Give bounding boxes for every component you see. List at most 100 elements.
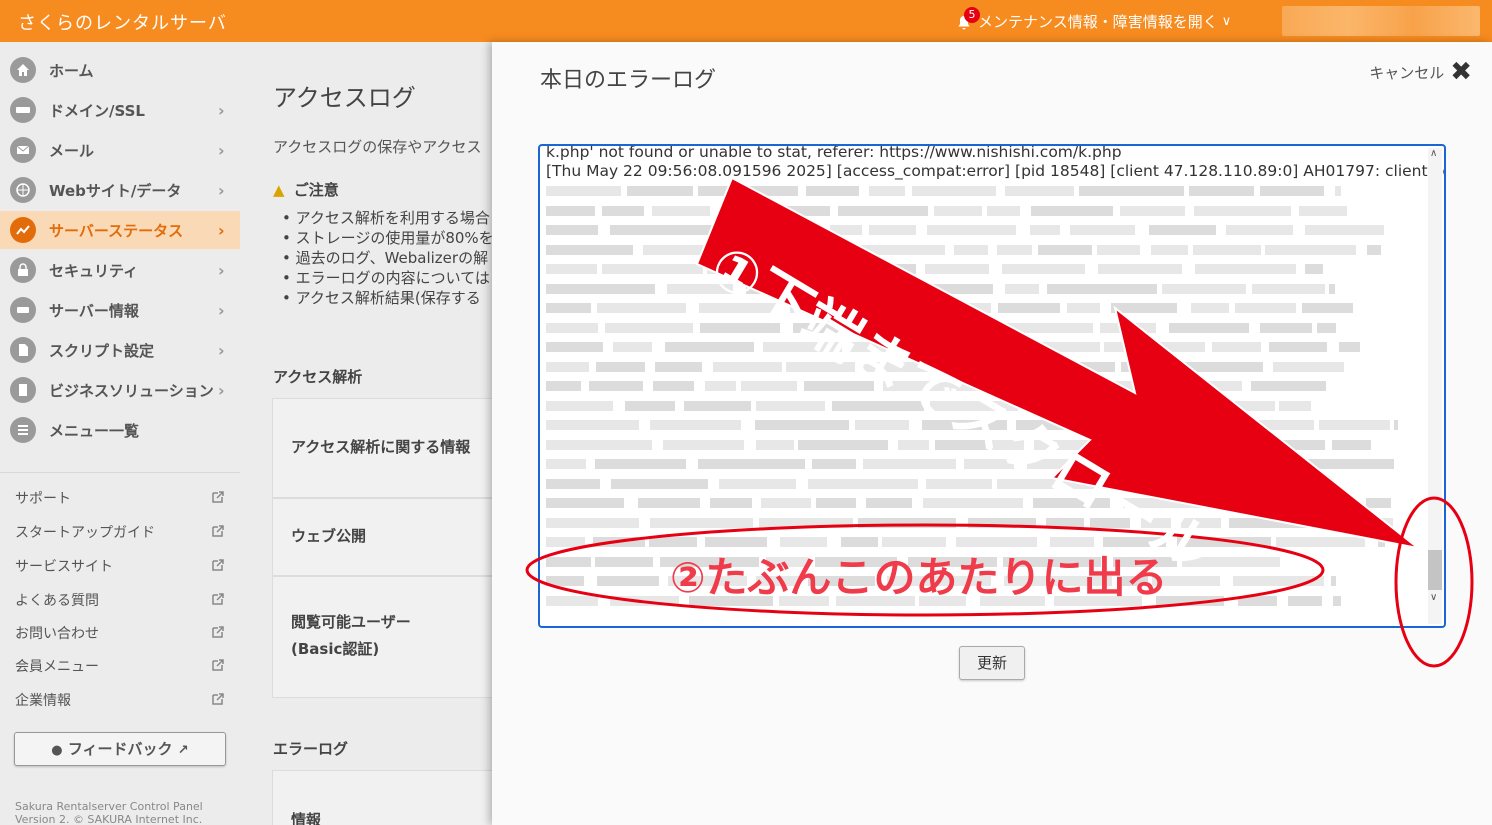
redacted-text [588,381,643,391]
redacted-text [718,478,797,489]
chevron-right-icon: › [218,101,225,120]
main-content: アクセスログ アクセスログの保存やアクセス ▲ ご注意 アクセス解析を利用する場… [240,42,492,825]
link-service-site[interactable]: サービスサイト [15,556,225,576]
sidebar-item-server-status[interactable]: サーバーステータス › [0,211,240,249]
user-account-menu[interactable] [1282,6,1480,36]
redacted-text [546,283,656,294]
sidebar-item-script[interactable]: スクリプト設定 › [0,331,240,369]
external-link-icon [212,659,224,671]
redacted-text [1008,361,1116,372]
redacted-text [1165,361,1264,372]
row-label: (Basic認証) [291,640,380,658]
link-label: 会員メニュー [15,659,99,675]
redacted-text [1331,576,1336,586]
sidebar-item-domain[interactable]: ドメイン/SSL › [0,91,240,129]
redacted-text [811,459,856,469]
cancel-button[interactable]: キャンセル ✖ [1369,57,1472,87]
sidebar-item-label: スクリプト設定 [49,341,155,360]
link-startup-guide[interactable]: スタートアップガイド [15,522,225,542]
sidebar-item-label: サーバー情報 [49,301,139,320]
log-scrollbar[interactable]: ∧ ∨ [1428,148,1442,624]
redacted-text [1276,537,1365,547]
sidebar-item-business[interactable]: ビジネスソリューション › [0,371,240,409]
redacted-text [985,322,1093,333]
redacted-text [1340,517,1394,528]
redacted-text [1324,498,1356,508]
redacted-text [601,205,645,216]
redacted-text [1248,420,1314,430]
business-icon [10,377,36,403]
redacted-text [1301,303,1354,313]
redacted-text [866,498,912,508]
redacted-text [1251,381,1327,391]
warning-icon: ▲ [273,181,285,199]
redacted-text [546,361,589,372]
redacted-text [1029,225,1061,235]
redacted-text [1317,322,1336,333]
redacted-text [1031,205,1113,216]
sidebar-item-label: Webサイト/データ [49,181,182,200]
scroll-thumb[interactable] [1428,550,1442,590]
redacted-text [1125,400,1179,411]
redacted-text [869,225,917,235]
link-member-menu[interactable]: 会員メニュー [15,656,225,676]
server-icon [10,297,36,323]
link-contact[interactable]: お問い合わせ [15,623,225,643]
sidebar-item-label: メール [49,141,95,160]
link-support[interactable]: サポート [15,488,225,508]
refresh-button[interactable]: 更新 [959,646,1025,680]
log-line: k.php' not found or unable to stat, refe… [546,144,1122,161]
redacted-text [1186,400,1275,411]
modal-title: 本日のエラーログ [540,68,717,93]
redacted-text [546,517,639,528]
link-label: お問い合わせ [15,626,99,642]
redacted-text [1146,381,1243,391]
redacted-text [911,186,996,196]
redacted-text [1004,283,1039,294]
link-label: よくある質問 [15,593,99,609]
sidebar-item-mail[interactable]: メール › [0,131,240,169]
chart-icon [10,217,36,243]
redacted-text [1100,322,1156,333]
redacted-text [1333,595,1342,606]
redacted-text [808,478,918,489]
feedback-label: フィードバック [67,740,173,758]
scroll-up-icon[interactable]: ∧ [1430,148,1437,159]
scroll-down-icon[interactable]: ∨ [1430,592,1437,603]
redacted-text [1211,342,1262,352]
notice-label: メンテナンス情報・障害情報を開く [978,13,1218,31]
footer: Sakura Rentalserver Control Panel Versio… [15,800,203,825]
home-icon [10,57,36,83]
redacted-text [546,478,600,489]
redacted-text [597,576,660,586]
brand-title[interactable]: さくらのレンタルサーバ [18,9,227,35]
row-label: 情報 [291,811,322,825]
link-company-info[interactable]: 企業情報 [15,690,225,710]
sidebar-item-label: ドメイン/SSL [49,101,145,120]
redacted-text [858,517,956,528]
sidebar-item-label: メニュー一覧 [49,421,140,440]
close-icon: ✖ [1450,57,1472,87]
sidebar-item-home[interactable]: ホーム [0,51,240,89]
maintenance-notice[interactable]: 5 メンテナンス情報・障害情報を開く ∨ [956,6,1231,32]
redacted-text [1070,225,1136,235]
feedback-button[interactable]: ● フィードバック ↗ [14,732,226,766]
link-faq[interactable]: よくある質問 [15,590,225,610]
error-info-row: 情報 [272,770,492,825]
redacted-text [1255,478,1333,489]
redacted-text [595,556,653,567]
note-item: ストレージの使用量が80%を [282,228,492,248]
sidebar-item-menu-list[interactable]: メニュー一覧 [0,411,240,449]
globe-icon [10,177,36,203]
redacted-text [1214,478,1251,489]
sidebar-item-server-info[interactable]: サーバー情報 › [0,291,240,329]
sidebar-item-website[interactable]: Webサイト/データ › [0,171,240,209]
redacted-text [604,322,694,333]
redacted-text [1237,595,1277,606]
sidebar-item-security[interactable]: セキュリティ › [0,251,240,289]
redacted-text [612,342,653,352]
redacted-text [649,420,742,430]
notice-count-badge: 5 [964,6,980,23]
note-item: エラーログの内容については [282,268,492,288]
redacted-text [926,478,992,489]
